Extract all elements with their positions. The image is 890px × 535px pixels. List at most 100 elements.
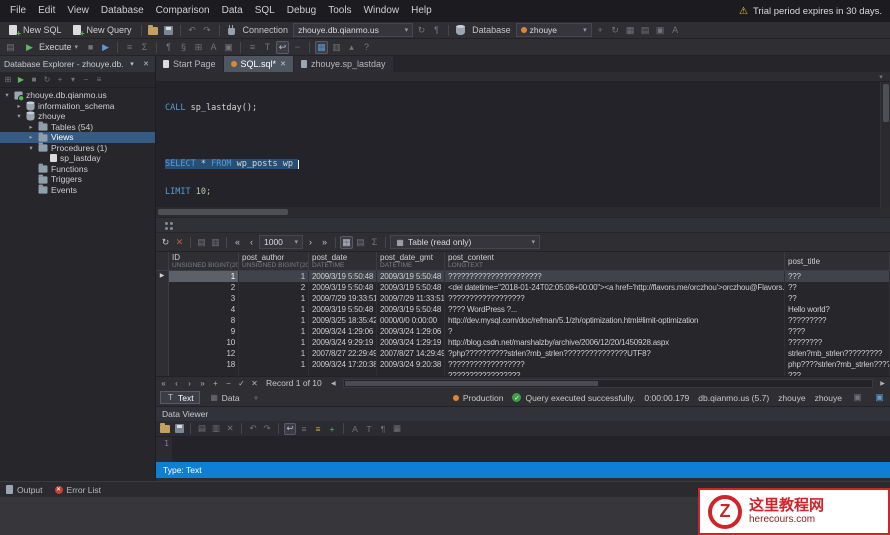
cell-post-date-gmt[interactable]: 2009/3/24 1:29:19 [377,337,445,348]
stop-retrieval-icon[interactable] [173,236,186,249]
tab-sql-document[interactable]: SQL.sql* [224,56,293,72]
paste-icon[interactable] [210,423,222,435]
grid-corner[interactable] [156,252,169,270]
table-designer-icon[interactable] [624,24,637,37]
explain-plan-icon[interactable] [123,41,136,54]
cell-post-date[interactable]: 2009/3/24 17:20:38 [309,359,377,370]
tab-output[interactable]: Output [6,485,43,495]
table-row[interactable]: 3 1 2009/7/29 19:33:51 2009/7/29 11:33:5… [156,293,890,304]
cell-post-date-gmt[interactable]: 2009/3/24 1:29:06 [377,326,445,337]
menu-item[interactable]: Edit [32,0,61,22]
text-view-icon[interactable] [354,236,367,249]
first-page-icon[interactable] [231,236,244,249]
cell-id[interactable]: 4 [169,304,239,315]
sql-editor[interactable]: CALL sp_lastday(); SELECT * FROM wp_post… [156,82,880,207]
help-icon[interactable] [360,41,373,54]
table-row[interactable]: 12 1 2007/8/27 22:29:49 2007/8/27 14:29:… [156,348,890,359]
tree-item-procedures[interactable]: Procedures (1) [0,143,155,154]
column-header-post-date[interactable]: post_date DATETIME [309,252,377,270]
backup-icon[interactable] [654,24,667,37]
cell-post-title[interactable]: php????strlen?mb_strlen????? [785,359,890,370]
highlight-icon[interactable] [312,423,324,435]
tab-text-view[interactable]: Text [160,391,200,404]
expander-icon[interactable] [15,112,23,120]
collapse-all-icon[interactable] [80,74,92,86]
cell-post-date-gmt[interactable]: 2009/7/29 11:33:51 [377,293,445,304]
new-sql-button[interactable]: New SQL [4,23,66,38]
page-size-select[interactable]: 1000 [259,235,303,249]
cell-post-date-gmt[interactable]: 2007/8/27 14:29:49 [377,348,445,359]
menu-item[interactable]: View [61,0,95,22]
cell-post-date[interactable]: 2009/3/24 9:29:19 [309,337,377,348]
scrollbar-thumb[interactable] [883,84,889,122]
first-record-icon[interactable] [158,379,169,388]
cell-id[interactable]: 18 [169,359,239,370]
tab-data-view[interactable]: Data [204,391,246,404]
cell-post-author[interactable]: 1 [239,293,309,304]
cell-post-author[interactable]: 1 [239,359,309,370]
save-icon[interactable] [173,423,185,435]
table-row[interactable]: 10 1 2009/3/24 9:29:19 2009/3/24 1:29:19… [156,337,890,348]
menu-item[interactable]: Window [358,0,406,22]
filter-icon[interactable] [67,74,79,86]
post-edit-icon[interactable] [236,379,247,388]
last-page-icon[interactable] [318,236,331,249]
cell-post-title[interactable]: Hello world? [785,304,890,315]
font-icon[interactable] [363,423,375,435]
column-header-post-date-gmt[interactable]: post_date_gmt DATETIME [377,252,445,270]
cell-post-content[interactable]: <del datetime="2018-01-24T02:05:08+00:00… [445,282,785,293]
tree-item-functions[interactable]: Functions [0,164,155,175]
cell-post-title[interactable]: ??? [785,271,890,282]
save-icon[interactable] [162,24,175,37]
cell-post-content[interactable]: ?????????????????? [445,293,785,304]
design-query-icon[interactable] [192,41,205,54]
cell-post-content[interactable]: ?php??????????strlen?mb_strlen??????????… [445,348,785,359]
explorer-options-icon[interactable] [93,74,105,86]
next-record-icon[interactable] [184,379,195,388]
bookmark-icon[interactable] [222,41,235,54]
word-wrap-icon[interactable] [276,41,289,54]
cell-post-date-gmt[interactable]: 2009/3/19 5:50:48 [377,271,445,282]
expander-icon[interactable] [27,144,35,152]
editor-context-bar[interactable] [156,72,890,82]
results-grid[interactable]: 1 1 2009/3/19 5:50:48 2009/3/19 5:50:48 … [156,271,890,376]
tree-item-views[interactable]: Views [0,132,155,143]
table-row[interactable]: 2 2 2009/3/19 5:50:48 2009/3/19 5:50:48 … [156,282,890,293]
grid-view-icon[interactable] [340,236,353,249]
refresh-database-icon[interactable] [609,24,622,37]
close-icon[interactable] [141,59,151,69]
table-row[interactable]: 18 1 2009/3/24 17:20:38 2009/3/24 9:20:3… [156,359,890,370]
redo-icon[interactable] [201,24,214,37]
open-file-icon[interactable] [147,24,160,37]
table-row[interactable]: 8 1 2009/3/25 18:35:42 0000/0/0 0:00:00 … [156,315,890,326]
tree-item-sp-lastday[interactable]: sp_lastday [0,153,155,164]
align-left-icon[interactable] [298,423,310,435]
cell-post-author[interactable]: 1 [239,271,309,282]
editor-vertical-scrollbar[interactable] [880,82,890,207]
tab-start-page[interactable]: Start Page [156,56,223,72]
stop-execution-icon[interactable] [84,41,97,54]
delete-record-icon[interactable] [223,379,234,388]
cell-post-title[interactable]: ?? [785,282,890,293]
results-layout-icon[interactable] [315,41,328,54]
column-header-post-content[interactable]: post_content LONGTEXT [445,252,785,270]
next-page-icon[interactable] [304,236,317,249]
chevron-down-icon[interactable] [876,72,886,81]
menu-item[interactable]: Help [405,0,438,22]
copy-icon[interactable] [196,423,208,435]
previous-record-icon[interactable] [171,379,182,388]
zoom-in-icon[interactable] [326,423,338,435]
cell-post-content[interactable]: http://dev.mysql.com/doc/refman/5.1/zh/o… [445,315,785,326]
security-manager-icon[interactable] [669,24,682,37]
refresh-connection-icon[interactable] [415,24,428,37]
cell-post-date[interactable]: 2007/8/27 22:29:49 [309,348,377,359]
disconnect-icon[interactable] [28,74,40,86]
expander-icon[interactable] [27,123,35,131]
cell-post-content[interactable]: ???? WordPress ?... [445,304,785,315]
database-select[interactable]: zhouye [516,23,592,37]
cell-id[interactable]: 3 [169,293,239,304]
menu-item[interactable]: Data [216,0,249,22]
execute-button[interactable]: Execute [19,40,82,55]
previous-page-icon[interactable] [245,236,258,249]
format-sql-icon[interactable] [162,41,175,54]
